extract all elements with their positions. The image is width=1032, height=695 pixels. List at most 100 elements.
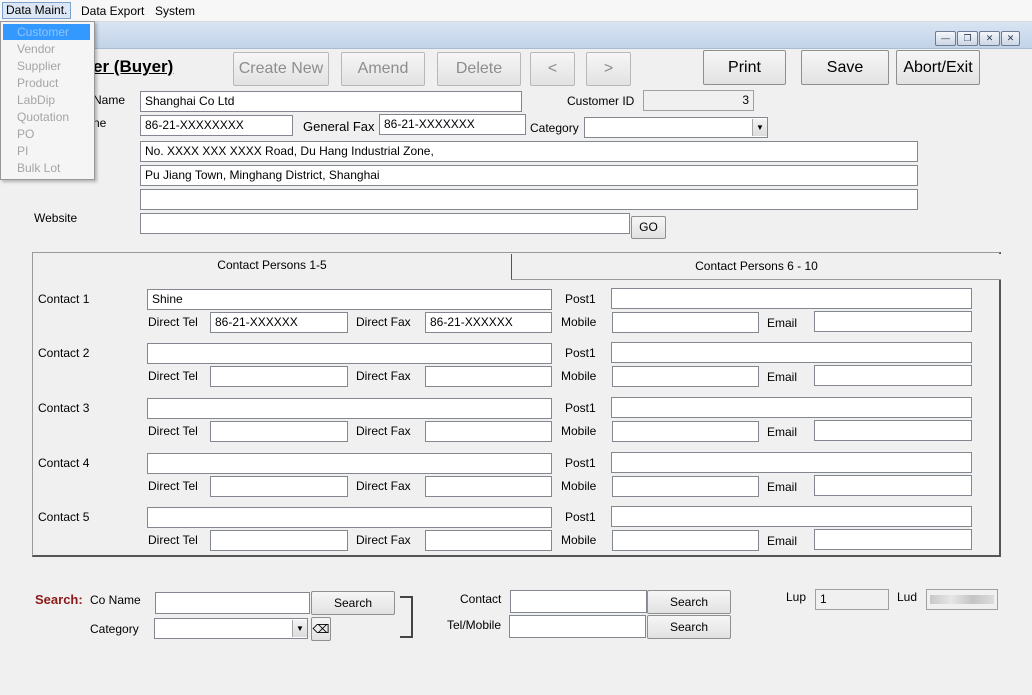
email-label: Email xyxy=(767,370,798,384)
mobile-field[interactable] xyxy=(612,366,759,387)
company-name-field[interactable]: Shanghai Co Ltd xyxy=(140,91,522,112)
search-tel-mobile-label: Tel/Mobile xyxy=(447,618,502,632)
contact-name-field[interactable] xyxy=(147,398,552,419)
direct-fax-field[interactable] xyxy=(425,366,552,387)
abort-exit-button[interactable]: Abort/Exit xyxy=(896,50,980,85)
menu-item-quotation[interactable]: Quotation xyxy=(3,109,90,125)
direct-fax-label: Direct Fax xyxy=(356,533,411,547)
menu-item-vendor[interactable]: Vendor xyxy=(3,41,90,57)
search-contact-label: Contact xyxy=(460,592,502,606)
mobile-field[interactable] xyxy=(612,421,759,442)
menu-item-po[interactable]: PO xyxy=(3,126,90,142)
search-contact-field[interactable] xyxy=(510,590,647,613)
data-maint-dropdown: Customer Vendor Supplier Product LabDip … xyxy=(0,21,95,180)
website-label: Website xyxy=(34,211,78,225)
post-field[interactable] xyxy=(611,342,972,363)
email-field[interactable] xyxy=(814,311,972,332)
menu-item-supplier[interactable]: Supplier xyxy=(3,58,90,74)
direct-tel-field[interactable] xyxy=(210,530,348,551)
email-field[interactable] xyxy=(814,365,972,386)
search-category-select[interactable] xyxy=(154,618,308,639)
email-label: Email xyxy=(767,425,798,439)
menu-data-maint[interactable]: Data Maint. xyxy=(2,2,72,19)
minimize-icon[interactable]: — xyxy=(935,31,956,46)
address-line-1[interactable]: No. XXXX XXX XXXX Road, Du Hang Industri… xyxy=(140,141,918,162)
previous-button[interactable]: < xyxy=(530,52,575,86)
tab-contact-persons-1-5[interactable]: Contact Persons 1-5 xyxy=(33,253,511,278)
direct-tel-label: Direct Tel xyxy=(148,424,198,438)
save-button[interactable]: Save xyxy=(801,50,889,85)
email-field[interactable] xyxy=(814,529,972,550)
direct-tel-field[interactable] xyxy=(210,366,348,387)
category-dropdown-icon[interactable]: ▼ xyxy=(752,119,767,136)
direct-tel-label: Direct Tel xyxy=(148,315,198,329)
menu-item-product[interactable]: Product xyxy=(3,75,90,91)
lup-label: Lup xyxy=(786,590,807,604)
menu-item-bulk-lot[interactable]: Bulk Lot xyxy=(3,160,90,176)
menu-item-customer[interactable]: Customer xyxy=(3,24,90,40)
search-category-dropdown-icon[interactable]: ▼ xyxy=(292,620,307,637)
amend-button[interactable]: Amend xyxy=(341,52,425,86)
create-new-button[interactable]: Create New xyxy=(233,52,329,86)
direct-fax-field[interactable] xyxy=(425,476,552,497)
menu-system[interactable]: System xyxy=(152,3,198,19)
direct-tel-field[interactable] xyxy=(210,421,348,442)
post-label: Post1 xyxy=(565,401,596,415)
mobile-label: Mobile xyxy=(561,369,597,383)
direct-fax-field[interactable]: 86-21-XXXXXX xyxy=(425,312,552,333)
menu-data-export[interactable]: Data Export xyxy=(78,3,147,19)
mobile-label: Mobile xyxy=(561,315,597,329)
close-icon[interactable]: ✕ xyxy=(979,31,1000,46)
email-label: Email xyxy=(767,316,798,330)
search-co-name-button[interactable]: Search xyxy=(311,591,395,615)
delete-button[interactable]: Delete xyxy=(437,52,521,86)
mdi-window-strip xyxy=(0,22,1032,49)
customer-id-field: 3 xyxy=(643,90,754,111)
search-category-label: Category xyxy=(90,622,139,636)
direct-fax-label: Direct Fax xyxy=(356,369,411,383)
lud-redacted-value xyxy=(930,595,994,604)
post-field[interactable] xyxy=(611,452,972,473)
restore-icon[interactable]: ❐ xyxy=(957,31,978,46)
general-tel-field[interactable]: 86-21-XXXXXXXX xyxy=(140,115,293,136)
print-button[interactable]: Print xyxy=(703,50,786,85)
menu-item-labdip[interactable]: LabDip xyxy=(3,92,90,108)
post-label: Post1 xyxy=(565,456,596,470)
mobile-field[interactable] xyxy=(612,476,759,497)
post-field[interactable] xyxy=(611,506,972,527)
address-line-2[interactable]: Pu Jiang Town, Minghang District, Shangh… xyxy=(140,165,918,186)
mobile-label: Mobile xyxy=(561,533,597,547)
direct-tel-field[interactable]: 86-21-XXXXXX xyxy=(210,312,348,333)
general-fax-field[interactable]: 86-21-XXXXXXX xyxy=(379,114,526,135)
contact-name-field[interactable]: Shine xyxy=(147,289,552,310)
contact-name-field[interactable] xyxy=(147,343,552,364)
search-contact-button[interactable]: Search xyxy=(647,590,731,614)
search-tel-mobile-field[interactable] xyxy=(509,615,646,638)
contact-name-field[interactable] xyxy=(147,507,552,528)
address-line-3[interactable] xyxy=(140,189,918,210)
search-tel-mobile-button[interactable]: Search xyxy=(647,615,731,639)
direct-tel-label: Direct Tel xyxy=(148,533,198,547)
lud-label: Lud xyxy=(897,590,918,604)
window-close-icon[interactable]: ✕ xyxy=(1001,31,1020,46)
contact-label: Contact 3 xyxy=(38,401,90,415)
search-co-name-label: Co Name xyxy=(90,593,141,607)
direct-tel-field[interactable] xyxy=(210,476,348,497)
category-select[interactable] xyxy=(584,117,768,138)
contact-name-field[interactable] xyxy=(147,453,552,474)
next-button[interactable]: > xyxy=(586,52,631,86)
mobile-field[interactable] xyxy=(612,530,759,551)
go-button[interactable]: GO xyxy=(631,216,666,239)
eraser-icon[interactable]: ⌫ xyxy=(311,617,331,641)
post-field[interactable] xyxy=(611,397,972,418)
mobile-field[interactable] xyxy=(612,312,759,333)
menu-item-pi[interactable]: PI xyxy=(3,143,90,159)
email-field[interactable] xyxy=(814,420,972,441)
post-field[interactable] xyxy=(611,288,972,309)
direct-fax-field[interactable] xyxy=(425,530,552,551)
tab-contact-persons-6-10[interactable]: Contact Persons 6 - 10 xyxy=(511,254,1001,280)
email-field[interactable] xyxy=(814,475,972,496)
direct-fax-field[interactable] xyxy=(425,421,552,442)
website-field[interactable] xyxy=(140,213,630,234)
search-co-name-field[interactable] xyxy=(155,592,310,614)
